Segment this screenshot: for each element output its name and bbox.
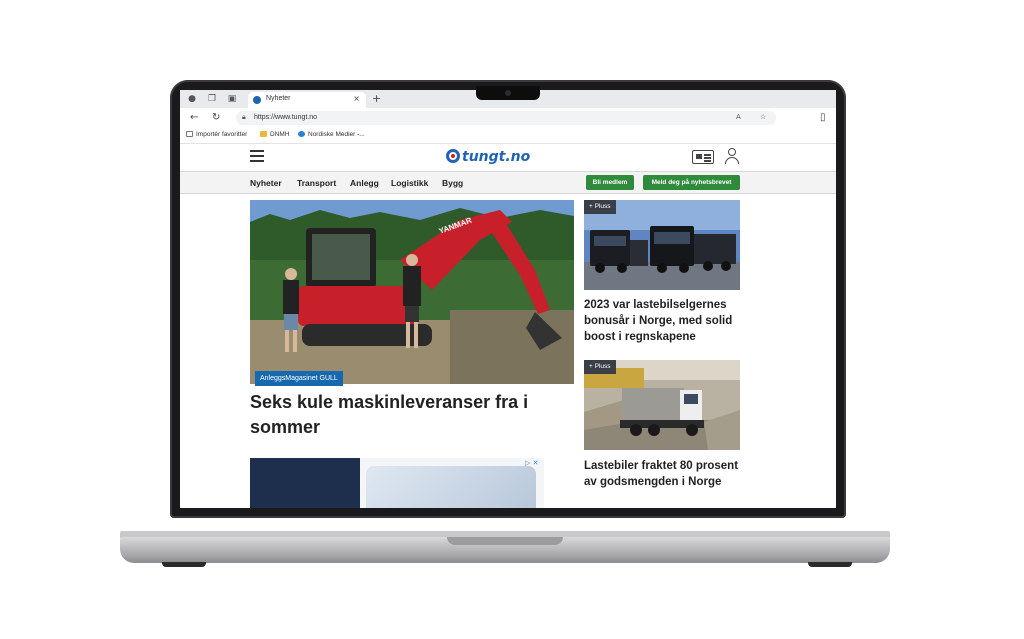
plus-badge: + Pluss: [584, 200, 616, 214]
import-icon: [186, 131, 193, 137]
screen: ● ❐ ▣ Nyheter × + ← ↻ 🔒︎ https://www.tun…: [180, 90, 836, 508]
bookmark-dnmh[interactable]: DNMH: [260, 131, 290, 138]
new-tab-button[interactable]: +: [372, 92, 381, 105]
plus-badge: + Pluss: [584, 360, 616, 374]
collections-icon[interactable]: ❐: [206, 93, 218, 105]
bookmarks-bar: Importér favoritter DNMH Nordiske Medier…: [180, 128, 836, 144]
tab-title: Nyheter: [266, 95, 291, 102]
ad-dark-panel: [250, 458, 360, 508]
advertisement[interactable]: [250, 458, 544, 508]
folder-icon: [260, 131, 267, 137]
laptop-foot-left: [162, 562, 206, 567]
ad-image: [366, 466, 536, 508]
camera-notch: [476, 86, 540, 100]
site-logo[interactable]: tungt.no: [446, 148, 530, 166]
lock-icon[interactable]: 🔒︎: [242, 113, 246, 122]
hero-headline[interactable]: Seks kule maskinleveranser fra i sommer: [250, 390, 570, 440]
laptop-foot-right: [808, 562, 852, 567]
logo-mark-icon: [446, 149, 460, 163]
nav-anlegg[interactable]: Anlegg: [350, 178, 379, 188]
bookmark-import-favorites[interactable]: Importér favoritter: [186, 131, 247, 138]
back-icon[interactable]: ←: [190, 112, 198, 123]
tab-actions-icon[interactable]: ▣: [226, 93, 238, 105]
side-article-1-headline[interactable]: 2023 var lastebilselgernes bonusår i Nor…: [584, 297, 744, 345]
address-bar-row: ← ↻ 🔒︎ https://www.tungt.no A ☆ ▯: [180, 108, 836, 128]
site-header: tungt.no: [180, 144, 836, 171]
bookmark-nordiske-medier[interactable]: Nordiske Medier -...: [298, 131, 365, 138]
side-article-2-headline[interactable]: Lastebiler fraktet 80 prosent av godsmen…: [584, 458, 744, 490]
hero-category-badge[interactable]: AnleggsMagasinet GULL: [255, 371, 343, 386]
newsletter-button[interactable]: Meld deg på nyhetsbrevet: [643, 175, 740, 190]
nav-transport[interactable]: Transport: [297, 178, 336, 188]
nav-bygg[interactable]: Bygg: [442, 178, 463, 188]
e-paper-icon[interactable]: [692, 150, 714, 164]
address-bar[interactable]: 🔒︎ https://www.tungt.no A ☆: [236, 111, 776, 125]
site-nav: Nyheter Transport Anlegg Logistikk Bygg …: [180, 171, 836, 194]
nav-logistikk[interactable]: Logistikk: [391, 178, 428, 188]
camera-icon: [505, 90, 511, 96]
read-aloud-icon[interactable]: A: [736, 113, 741, 121]
tungt-favicon-icon: [253, 96, 261, 104]
user-icon[interactable]: [725, 148, 739, 165]
tab-nyheter[interactable]: Nyheter ×: [248, 92, 366, 108]
member-button[interactable]: Bli medlem: [586, 175, 634, 190]
laptop-hinge: [447, 537, 563, 545]
url-text[interactable]: https://www.tungt.no: [254, 114, 317, 121]
cloud-icon: [298, 131, 305, 137]
close-tab-icon[interactable]: ×: [353, 94, 360, 103]
refresh-icon[interactable]: ↻: [212, 112, 220, 123]
profile-icon[interactable]: ●: [186, 93, 198, 105]
hero-image[interactable]: YANMAR: [250, 200, 574, 384]
reading-view-icon[interactable]: ▯: [820, 112, 826, 123]
favorite-star-icon[interactable]: ☆: [760, 113, 766, 121]
hero-photo: YANMAR: [250, 200, 574, 384]
nav-nyheter[interactable]: Nyheter: [250, 178, 282, 188]
ad-choices-icon[interactable]: ▷ ✕: [525, 459, 538, 467]
menu-icon[interactable]: [250, 150, 264, 162]
